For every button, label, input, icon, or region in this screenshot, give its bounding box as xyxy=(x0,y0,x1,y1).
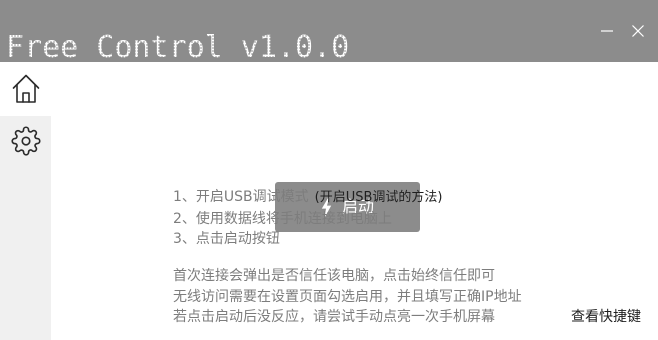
note-item: 首次连接会弹出是否信任该电脑，点击始终信任即可 xyxy=(173,268,495,284)
minimize-icon xyxy=(601,30,613,32)
sidebar xyxy=(0,62,51,340)
minimize-button[interactable] xyxy=(592,16,622,46)
note-item: 若点击启动后没反应，请尝试手动点亮一次手机屏幕 xyxy=(173,309,495,325)
step-text: 1、开启USB调试模式 xyxy=(173,189,309,205)
step-text: 3、点击启动按钮 xyxy=(173,231,280,247)
app-title: Free Control v1.0.0 xyxy=(6,30,350,65)
note-item: 无线访问需要在设置页面勾选启用，并且填写正确IP地址 xyxy=(173,288,522,305)
home-icon xyxy=(12,74,39,103)
step-item: 3、点击启动按钮 xyxy=(173,229,443,250)
close-icon xyxy=(632,25,644,37)
usage-notes: 首次连接会弹出是否信任该电脑，点击始终信任即可 无线访问需要在设置页面勾选启用，… xyxy=(173,266,522,328)
step-item: 1、开启USB调试模式 (开启USB调试的方法) xyxy=(173,187,443,209)
step-text: 2、使用数据线将手机连接到电脑上 xyxy=(173,210,392,227)
usb-debug-help-link[interactable]: (开启USB调试的方法) xyxy=(315,190,443,205)
title-bar[interactable]: Free Control v1.0.0 xyxy=(0,0,658,65)
close-button[interactable] xyxy=(623,16,653,46)
gear-icon xyxy=(10,126,41,156)
instruction-steps: 1、开启USB调试模式 (开启USB调试的方法) 2、使用数据线将手机连接到电脑上… xyxy=(173,187,443,250)
sidebar-item-home[interactable] xyxy=(0,62,51,116)
app-window: Free Control v1.0.0 启动 1、开启USB调试模式 (开启US… xyxy=(0,0,658,340)
view-shortcuts-link[interactable]: 查看快捷键 xyxy=(571,307,641,327)
sidebar-item-settings[interactable] xyxy=(0,116,51,166)
step-item: 2、使用数据线将手机连接到电脑上 xyxy=(173,209,443,230)
